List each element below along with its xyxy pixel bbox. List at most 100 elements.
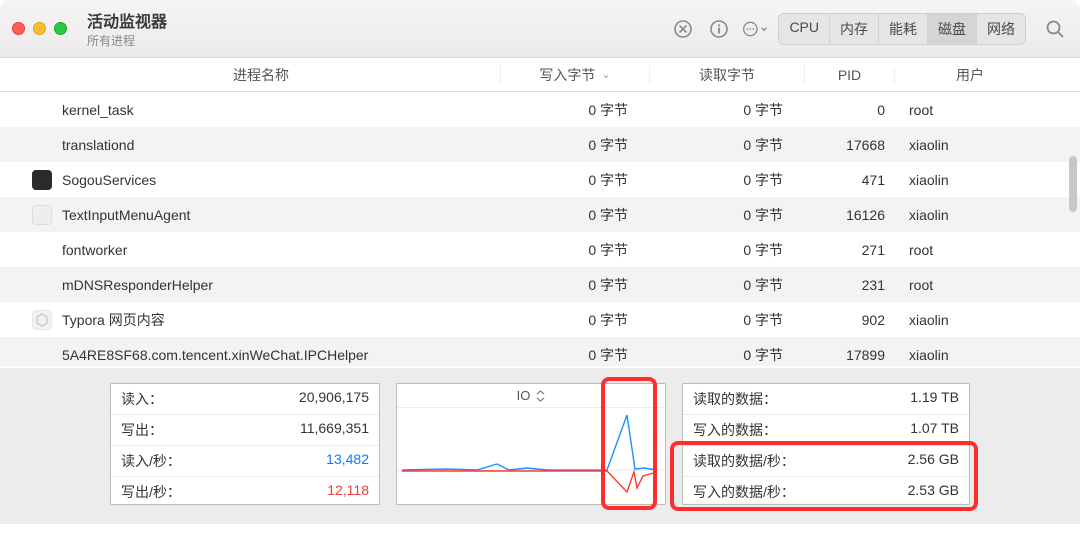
stat-line: 写出： 11,669,351 bbox=[111, 415, 379, 446]
user: xiaolin bbox=[895, 207, 1045, 223]
tab-energy[interactable]: 能耗 bbox=[879, 14, 928, 44]
read-bytes: 0 字节 bbox=[650, 170, 805, 190]
table-row[interactable]: translationd0 字节0 字节17668xiaolin bbox=[0, 127, 1080, 162]
stat-line: 写入的数据/秒： 2.53 GB bbox=[683, 477, 969, 507]
table-row[interactable]: fontworker0 字节0 字节271root bbox=[0, 232, 1080, 267]
stat-label: 读取的数据： bbox=[693, 389, 777, 409]
window-controls bbox=[12, 22, 67, 35]
titlebar: 活动监视器 所有进程 CPU 内存 能耗 磁盘 网络 bbox=[0, 0, 1080, 58]
col-user[interactable]: 用户 bbox=[895, 65, 1045, 85]
read-bytes: 0 字节 bbox=[650, 275, 805, 295]
user: root bbox=[895, 277, 1045, 293]
stat-value: 1.07 TB bbox=[910, 420, 959, 440]
window-title: 活动监视器 bbox=[87, 8, 167, 32]
close-button[interactable] bbox=[12, 22, 25, 35]
user: xiaolin bbox=[895, 172, 1045, 188]
stat-label: 写出/秒： bbox=[121, 482, 181, 502]
io-stats-right: 读取的数据： 1.19 TB 写入的数据： 1.07 TB 读取的数据/秒： 2.56 G… bbox=[682, 383, 970, 505]
read-bytes: 0 字节 bbox=[650, 310, 805, 330]
sort-indicator-icon: ⌄ bbox=[601, 68, 610, 81]
stat-value: 2.53 GB bbox=[908, 482, 959, 502]
footer-panel: 读入：20,906,175写出：11,669,351读入/秒：13,482写出/… bbox=[0, 368, 1080, 524]
stat-value: 1.19 TB bbox=[910, 389, 959, 409]
stat-value: 20,906,175 bbox=[299, 389, 369, 409]
stat-line: 读取的数据/秒： 2.56 GB bbox=[683, 446, 969, 477]
pid: 471 bbox=[805, 172, 895, 188]
user: root bbox=[895, 102, 1045, 118]
tab-disk[interactable]: 磁盘 bbox=[928, 14, 977, 44]
process-name: fontworker bbox=[62, 242, 500, 258]
stat-line: 读取的数据： 1.19 TB bbox=[683, 384, 969, 415]
maximize-button[interactable] bbox=[54, 22, 67, 35]
app-icon bbox=[32, 170, 52, 190]
tab-memory[interactable]: 内存 bbox=[830, 14, 879, 44]
col-read-bytes[interactable]: 读取字节 bbox=[650, 65, 805, 85]
stat-label: 读取的数据/秒： bbox=[693, 451, 795, 471]
stat-label: 写入的数据： bbox=[693, 420, 777, 440]
user: xiaolin bbox=[895, 312, 1045, 328]
write-bytes: 0 字节 bbox=[500, 240, 650, 260]
chevron-down-icon bbox=[760, 24, 768, 34]
process-name: 5A4RE8SF68.com.tencent.xinWeChat.IPCHelp… bbox=[62, 347, 500, 363]
stat-line: 写出/秒：12,118 bbox=[111, 477, 379, 507]
col-write-bytes[interactable]: 写入字节 ⌄ bbox=[500, 65, 650, 85]
minimize-button[interactable] bbox=[33, 22, 46, 35]
io-graph: IO bbox=[396, 383, 666, 505]
info-button[interactable] bbox=[706, 16, 732, 42]
pid: 902 bbox=[805, 312, 895, 328]
vertical-scrollbar[interactable] bbox=[1069, 156, 1077, 212]
stat-label: 写入的数据/秒： bbox=[693, 482, 795, 502]
io-stats-left: 读入：20,906,175写出：11,669,351读入/秒：13,482写出/… bbox=[110, 383, 380, 505]
window-subtitle: 所有进程 bbox=[87, 32, 167, 49]
table-row[interactable]: kernel_task0 字节0 字节0root bbox=[0, 92, 1080, 127]
table-header: 进程名称 写入字节 ⌄ 读取字节 PID 用户 bbox=[0, 58, 1080, 92]
graph-mode-label: IO bbox=[517, 388, 531, 403]
stat-line: 写入的数据： 1.07 TB bbox=[683, 415, 969, 446]
table-row[interactable]: TextInputMenuAgent0 字节0 字节16126xiaolin bbox=[0, 197, 1080, 232]
process-name: mDNSResponderHelper bbox=[62, 277, 500, 293]
read-bytes: 0 字节 bbox=[650, 100, 805, 120]
pid: 271 bbox=[805, 242, 895, 258]
pid: 17899 bbox=[805, 347, 895, 363]
pid: 231 bbox=[805, 277, 895, 293]
process-name: translationd bbox=[62, 137, 500, 153]
col-pid[interactable]: PID bbox=[805, 67, 895, 83]
user: root bbox=[895, 242, 1045, 258]
process-name: kernel_task bbox=[62, 102, 500, 118]
write-bytes: 0 字节 bbox=[500, 135, 650, 155]
stat-label: 写出： bbox=[121, 420, 163, 440]
write-bytes: 0 字节 bbox=[500, 170, 650, 190]
stat-value: 2.56 GB bbox=[908, 451, 959, 471]
view-tabs: CPU 内存 能耗 磁盘 网络 bbox=[778, 13, 1026, 45]
read-bytes: 0 字节 bbox=[650, 345, 805, 365]
pid: 16126 bbox=[805, 207, 895, 223]
stepper-icon bbox=[536, 390, 545, 402]
table-row[interactable]: SogouServices0 字节0 字节471xiaolin bbox=[0, 162, 1080, 197]
write-bytes: 0 字节 bbox=[500, 100, 650, 120]
stat-value: 11,669,351 bbox=[300, 420, 369, 440]
search-button[interactable] bbox=[1042, 16, 1068, 42]
io-chart bbox=[397, 408, 667, 496]
table-row[interactable]: mDNSResponderHelper0 字节0 字节231root bbox=[0, 267, 1080, 302]
tab-network[interactable]: 网络 bbox=[977, 14, 1025, 44]
graph-mode-selector[interactable]: IO bbox=[397, 384, 665, 408]
table-row[interactable]: Typora 网页内容0 字节0 字节902xiaolin bbox=[0, 302, 1080, 337]
process-name: TextInputMenuAgent bbox=[62, 207, 500, 223]
app-icon bbox=[32, 205, 52, 225]
user: xiaolin bbox=[895, 347, 1045, 363]
stat-line: 读入：20,906,175 bbox=[111, 384, 379, 415]
pid: 17668 bbox=[805, 137, 895, 153]
user: xiaolin bbox=[895, 137, 1045, 153]
tab-cpu[interactable]: CPU bbox=[779, 14, 830, 44]
stop-process-button[interactable] bbox=[670, 16, 696, 42]
read-bytes: 0 字节 bbox=[650, 205, 805, 225]
process-name: SogouServices bbox=[62, 172, 500, 188]
stat-line: 读入/秒：13,482 bbox=[111, 446, 379, 477]
write-bytes: 0 字节 bbox=[500, 275, 650, 295]
col-name[interactable]: 进程名称 bbox=[0, 65, 500, 85]
process-table: 进程名称 写入字节 ⌄ 读取字节 PID 用户 kernel_task0 字节0… bbox=[0, 58, 1080, 366]
table-row[interactable]: 5A4RE8SF68.com.tencent.xinWeChat.IPCHelp… bbox=[0, 337, 1080, 366]
write-bytes: 0 字节 bbox=[500, 205, 650, 225]
more-button[interactable] bbox=[742, 16, 768, 42]
read-bytes: 0 字节 bbox=[650, 135, 805, 155]
